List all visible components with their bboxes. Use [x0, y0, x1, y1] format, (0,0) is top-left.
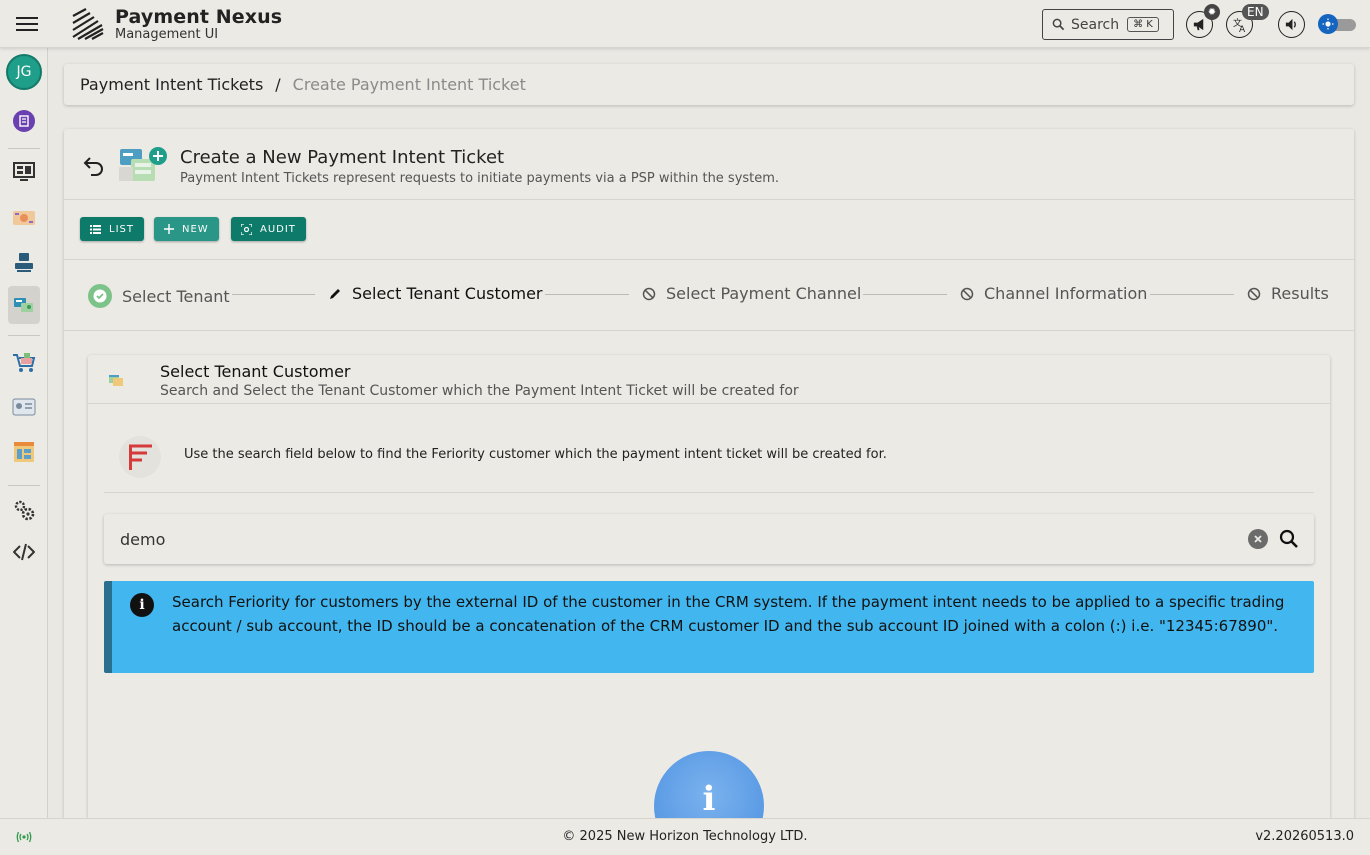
breadcrumb-separator: /: [275, 75, 281, 94]
step-select-payment-channel: Select Payment Channel: [642, 284, 861, 303]
audit-button-label: AUDIT: [260, 223, 296, 235]
search-label: Search: [1071, 16, 1120, 33]
sidebar-divider: [8, 335, 40, 336]
step-label: Select Payment Channel: [666, 284, 862, 303]
payment-ticket-illustration-icon: [119, 147, 167, 181]
list-button[interactable]: LIST: [80, 217, 144, 241]
stepper-divider: [64, 330, 1354, 331]
step-connector: [545, 294, 629, 295]
language-badge: EN: [1242, 4, 1269, 20]
sound-button[interactable]: [1278, 11, 1305, 38]
version-text: v2.20260513.0: [1255, 829, 1354, 844]
step-label: Results: [1271, 284, 1329, 303]
copyright-text: © 2025 New Horizon Technology LTD.: [562, 829, 808, 844]
app-subtitle: Management UI: [115, 27, 219, 42]
customer-search-input[interactable]: [120, 526, 1220, 552]
info-alert-text: Search Feriority for customers by the ex…: [172, 593, 1285, 635]
header-divider: [64, 199, 1354, 200]
list-button-label: LIST: [109, 223, 134, 235]
audit-scan-icon: [241, 223, 252, 235]
new-button[interactable]: NEW: [154, 217, 219, 241]
step-edit-pencil-icon: [330, 288, 340, 299]
step-connector: [232, 294, 315, 295]
breadcrumb-parent-link[interactable]: Payment Intent Tickets: [80, 75, 263, 94]
user-avatar[interactable]: JG: [6, 54, 42, 90]
code-icon[interactable]: [8, 536, 40, 568]
shopping-cart-icon[interactable]: [8, 347, 40, 379]
payments-overview-icon[interactable]: [8, 202, 40, 234]
step-blocked-icon: [960, 287, 974, 300]
footer: © 2025 New Horizon Technology LTD. v2.20…: [0, 818, 1370, 855]
step-results: Results: [1247, 284, 1329, 303]
panel-divider: [88, 403, 1330, 404]
audit-button[interactable]: AUDIT: [231, 217, 306, 241]
payment-intent-tickets-icon[interactable]: [8, 286, 40, 324]
step-connector: [1150, 294, 1234, 295]
customer-panel-icon: [109, 375, 123, 386]
step-blocked-icon: [642, 287, 656, 300]
step-complete-check-icon: [88, 284, 112, 308]
clear-search-icon[interactable]: [1248, 529, 1268, 549]
customer-search-field: [104, 514, 1314, 564]
search-shortcut: ⌘ K: [1127, 17, 1159, 32]
panel-title: Select Tenant Customer: [160, 362, 351, 381]
step-label: Channel Information: [984, 284, 1148, 303]
menu-icon[interactable]: [16, 14, 38, 34]
search-info-alert: i Search Feriority for customers by the …: [104, 581, 1314, 673]
plus-icon: [164, 224, 174, 234]
id-card-icon[interactable]: [8, 391, 40, 423]
step-select-tenant-customer[interactable]: Select Tenant Customer: [328, 284, 543, 303]
step-select-tenant[interactable]: Select Tenant: [88, 284, 230, 308]
create-ticket-card: Create a New Payment Intent Ticket Payme…: [64, 129, 1354, 829]
page-title: Create a New Payment Intent Ticket: [180, 147, 505, 168]
ledger-icon[interactable]: [8, 436, 40, 468]
step-connector: [863, 294, 947, 295]
tenant-switch-icon[interactable]: [8, 105, 40, 137]
panel-subtitle: Search and Select the Tenant Customer wh…: [160, 383, 799, 399]
settings-icon[interactable]: [8, 494, 40, 526]
terminal-icon[interactable]: [8, 246, 40, 278]
step-label: Select Tenant Customer: [352, 284, 543, 303]
theme-toggle[interactable]: [1318, 14, 1356, 34]
sun-icon: [1318, 14, 1338, 34]
dashboard-icon[interactable]: [8, 156, 40, 188]
new-button-label: NEW: [182, 223, 209, 235]
search-icon[interactable]: [1278, 528, 1300, 550]
list-icon: [90, 224, 101, 234]
step-channel-information: Channel Information: [960, 284, 1147, 303]
sidebar-divider: [8, 485, 40, 486]
svg-text:A: A: [1239, 25, 1246, 33]
feriority-logo-icon: [119, 436, 161, 478]
sidebar-divider: [8, 148, 40, 149]
top-app-bar: Payment Nexus Management UI Search ⌘ K ✹…: [0, 0, 1370, 48]
instruction-divider: [104, 492, 1314, 493]
search-icon: [1052, 18, 1065, 31]
megaphone-icon: [1193, 18, 1204, 31]
back-icon[interactable]: [82, 153, 106, 177]
sidebar-nav: JG: [0, 48, 48, 818]
actions-divider: [64, 259, 1354, 260]
volume-icon: [1285, 18, 1296, 31]
step-label: Select Tenant: [122, 286, 230, 306]
breadcrumb-current: Create Payment Intent Ticket: [292, 75, 526, 94]
payment-nexus-logo-icon: [72, 8, 104, 40]
app-title: Payment Nexus: [115, 6, 283, 28]
info-icon: i: [130, 593, 154, 617]
global-search-button[interactable]: Search ⌘ K: [1042, 9, 1174, 40]
page-subtitle: Payment Intent Tickets represent request…: [180, 171, 780, 186]
step-blocked-icon: [1247, 287, 1261, 300]
breadcrumb: Payment Intent Tickets / Create Payment …: [64, 64, 1354, 105]
bug-badge-icon: ✹: [1204, 4, 1220, 20]
select-customer-panel: Select Tenant Customer Search and Select…: [88, 355, 1330, 829]
search-instruction: Use the search field below to find the F…: [184, 447, 887, 462]
